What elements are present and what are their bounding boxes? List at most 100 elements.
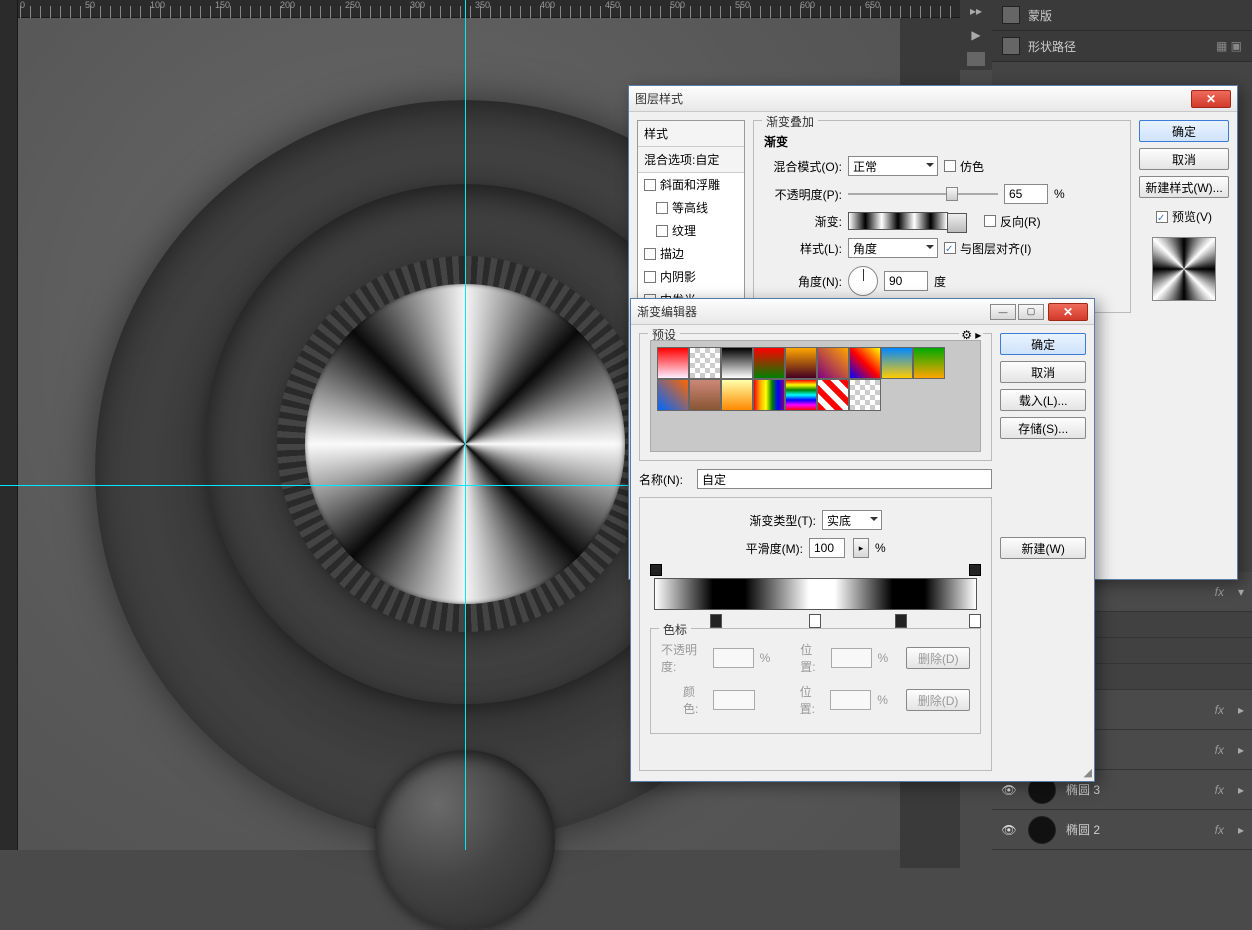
opacity-input[interactable]	[1004, 184, 1048, 204]
delete-stop-button[interactable]: 删除(D)	[906, 647, 970, 669]
shape-path-panel-tab[interactable]: 形状路径▦ ▣	[992, 31, 1252, 62]
close-button[interactable]: ✕	[1048, 303, 1088, 321]
visibility-icon[interactable]: 👁	[1000, 823, 1018, 837]
dropdown-icon[interactable]	[958, 218, 966, 226]
grad-swatch[interactable]	[721, 347, 753, 379]
cancel-button[interactable]: 取消	[1139, 148, 1229, 170]
dialog-titlebar[interactable]: 渐变编辑器 — ▢ ✕	[631, 299, 1094, 325]
grad-swatch[interactable]	[657, 379, 689, 411]
presets-group: 预设 ⚙ ▸	[639, 333, 992, 461]
grad-swatch[interactable]	[849, 379, 881, 411]
grad-swatch[interactable]	[753, 347, 785, 379]
load-button[interactable]: 载入(L)...	[1000, 389, 1086, 411]
minimize-button[interactable]: —	[990, 304, 1016, 320]
layer-row[interactable]: 👁椭圆 2fx▸	[992, 810, 1252, 850]
guide-vertical[interactable]	[465, 0, 466, 850]
fx-badge[interactable]: fx	[1215, 743, 1224, 757]
stroke-item[interactable]: 描边	[638, 242, 744, 265]
gradient-name-input[interactable]	[697, 469, 992, 489]
grad-swatch[interactable]	[849, 347, 881, 379]
chevron-right-icon[interactable]: ▸	[1238, 783, 1244, 797]
gradient-overlay-group: 渐变叠加 渐变 混合模式(O): 正常 仿色 不透明度(P): % 渐变:	[753, 120, 1131, 313]
ok-button[interactable]: 确定	[1139, 120, 1229, 142]
color-stop[interactable]	[809, 614, 821, 628]
opacity-stop[interactable]	[969, 564, 981, 576]
play-icon[interactable]: ▶	[971, 28, 980, 42]
reverse-checkbox[interactable]	[984, 215, 996, 227]
checkbox[interactable]	[644, 271, 656, 283]
grad-swatch[interactable]	[689, 379, 721, 411]
checkbox[interactable]	[656, 225, 668, 237]
color-stop[interactable]	[895, 614, 907, 628]
panel-opts-icon[interactable]: ▦ ▣	[1216, 39, 1242, 53]
ruler-horizontal[interactable]: 0 50 100 150 200 250 300 350 400 450 500…	[0, 0, 960, 18]
fx-badge[interactable]: fx	[1215, 783, 1224, 797]
grad-swatch[interactable]	[753, 379, 785, 411]
gradient-bar[interactable]	[650, 566, 981, 628]
gradient-preview[interactable]	[848, 212, 948, 230]
opacity-slider[interactable]	[848, 184, 998, 204]
checkbox[interactable]	[656, 202, 668, 214]
gradient-label: 渐变:	[764, 213, 842, 230]
mask-label: 蒙版	[1028, 7, 1052, 24]
grad-swatch[interactable]	[657, 347, 689, 379]
maximize-button[interactable]: ▢	[1018, 304, 1044, 320]
gradient-style-combo[interactable]: 角度	[848, 238, 938, 258]
opacity-stop[interactable]	[650, 564, 662, 576]
ruler-tick: 150	[215, 0, 230, 10]
grad-swatch[interactable]	[721, 379, 753, 411]
grad-swatch[interactable]	[881, 347, 913, 379]
styles-header[interactable]: 样式	[638, 121, 744, 147]
layer-thumb[interactable]	[1028, 816, 1056, 844]
slider-thumb[interactable]	[946, 187, 958, 201]
chevron-right-icon[interactable]: ▸	[1238, 743, 1244, 757]
cancel-button[interactable]: 取消	[1000, 361, 1086, 383]
fx-badge[interactable]: fx	[1215, 823, 1224, 837]
fx-badge[interactable]: fx	[1215, 585, 1224, 599]
chevron-right-icon[interactable]: ▸	[1238, 823, 1244, 837]
ruler-vertical[interactable]	[0, 0, 18, 850]
grad-swatch[interactable]	[817, 347, 849, 379]
new-style-button[interactable]: 新建样式(W)...	[1139, 176, 1229, 198]
fx-badge[interactable]: fx	[1215, 703, 1224, 717]
smoothness-dropdown[interactable]: ▸	[853, 538, 869, 558]
checkbox[interactable]	[644, 248, 656, 260]
mask-panel-tab[interactable]: 蒙版	[992, 0, 1252, 31]
new-gradient-button[interactable]: 新建(W)	[1000, 537, 1086, 559]
preview-checkbox[interactable]	[1156, 211, 1168, 223]
dither-checkbox[interactable]	[944, 160, 956, 172]
blend-mode-combo[interactable]: 正常	[848, 156, 938, 176]
contour-item[interactable]: 等高线	[638, 196, 744, 219]
chevron-down-icon[interactable]: ▾	[1238, 585, 1244, 599]
adjust-icon[interactable]	[967, 52, 985, 66]
gradient-ramp[interactable]	[654, 578, 977, 610]
inner-shadow-item[interactable]: 内阴影	[638, 265, 744, 288]
ok-button[interactable]: 确定	[1000, 333, 1086, 355]
close-button[interactable]: ✕	[1191, 90, 1231, 108]
grad-swatch[interactable]	[785, 379, 817, 411]
grad-swatch[interactable]	[913, 347, 945, 379]
presets-area[interactable]	[650, 340, 981, 452]
color-stop[interactable]	[969, 614, 981, 628]
align-checkbox[interactable]	[944, 242, 956, 254]
smoothness-input[interactable]	[809, 538, 845, 558]
gradient-type-combo[interactable]: 实底	[822, 510, 882, 530]
resize-grip-icon[interactable]: ◢	[1084, 766, 1092, 779]
grad-swatch[interactable]	[689, 347, 721, 379]
style-effect-list[interactable]: 样式 混合选项:自定 斜面和浮雕 等高线 纹理 描边 内阴影 内发光	[637, 120, 745, 321]
delete-stop-button[interactable]: 删除(D)	[906, 689, 970, 711]
collapse-icon[interactable]: ▸▸	[970, 4, 982, 18]
dialog-titlebar[interactable]: 图层样式 ✕	[629, 86, 1237, 112]
angle-input[interactable]	[884, 271, 928, 291]
checkbox[interactable]	[644, 179, 656, 191]
grad-swatch[interactable]	[785, 347, 817, 379]
group-title: 渐变叠加	[762, 113, 818, 130]
bevel-emboss-item[interactable]: 斜面和浮雕	[638, 173, 744, 196]
chevron-right-icon[interactable]: ▸	[1238, 703, 1244, 717]
grad-swatch[interactable]	[817, 379, 849, 411]
angle-dial[interactable]	[848, 266, 878, 296]
save-button[interactable]: 存储(S)...	[1000, 417, 1086, 439]
texture-item[interactable]: 纹理	[638, 219, 744, 242]
blend-options-item[interactable]: 混合选项:自定	[638, 147, 744, 173]
color-stop[interactable]	[710, 614, 722, 628]
